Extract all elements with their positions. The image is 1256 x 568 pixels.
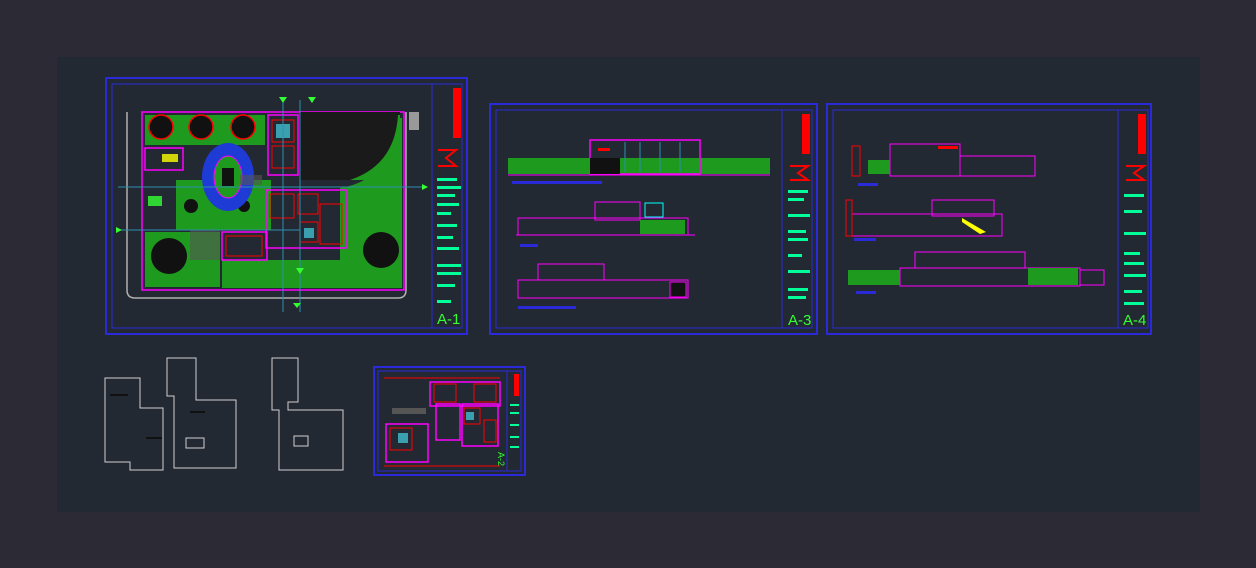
sheet-a2-label: A-2	[496, 452, 506, 467]
cad-drawing	[104, 77, 1152, 476]
sheet-a3-label: A-3	[788, 312, 812, 329]
sheet-a3[interactable]	[489, 103, 818, 335]
sheet-a4-label: A-4	[1123, 312, 1147, 329]
massing-outlines	[104, 357, 344, 471]
sheet-a1-label: A-1	[437, 311, 461, 328]
sheet-a4[interactable]	[826, 103, 1152, 335]
sheet-a1[interactable]	[105, 77, 468, 335]
